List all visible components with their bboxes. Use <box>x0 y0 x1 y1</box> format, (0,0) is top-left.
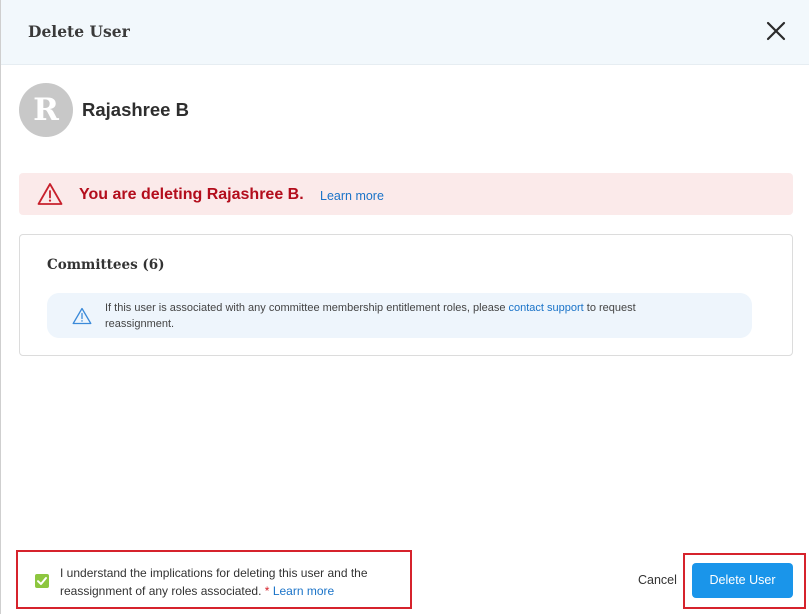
warning-message: You are deleting Rajashree B. <box>79 186 304 203</box>
committees-card: Committees (6) If this user is associate… <box>19 234 793 356</box>
dialog-title: Delete User <box>28 22 130 41</box>
required-marker: * <box>264 584 270 598</box>
checkmark-icon <box>37 577 47 585</box>
warning-banner: You are deleting Rajashree B. Learn more <box>19 173 793 215</box>
cancel-button[interactable]: Cancel <box>638 573 677 587</box>
acknowledgement-learn-more-link[interactable]: Learn more <box>273 584 334 598</box>
warning-learn-more-link[interactable]: Learn more <box>320 189 384 203</box>
committees-info-box: If this user is associated with any comm… <box>47 293 752 338</box>
avatar: R <box>19 83 73 137</box>
contact-support-link[interactable]: contact support <box>509 302 584 314</box>
dialog-header: Delete User <box>1 0 809 65</box>
info-triangle-icon <box>72 307 92 325</box>
committees-info-text: If this user is associated with any comm… <box>105 301 665 332</box>
dialog-left-border <box>0 0 1 614</box>
warning-triangle-icon <box>37 182 63 206</box>
acknowledge-checkbox[interactable] <box>35 574 49 588</box>
committees-title: Committees (6) <box>47 257 165 273</box>
close-icon[interactable] <box>763 18 789 44</box>
user-name: Rajashree B <box>82 99 189 120</box>
acknowledgement-text: I understand the implications for deleti… <box>60 564 400 600</box>
acknowledgement-box: I understand the implications for deleti… <box>16 550 412 609</box>
info-text-before: If this user is associated with any comm… <box>105 302 509 314</box>
delete-user-button[interactable]: Delete User <box>692 563 793 598</box>
